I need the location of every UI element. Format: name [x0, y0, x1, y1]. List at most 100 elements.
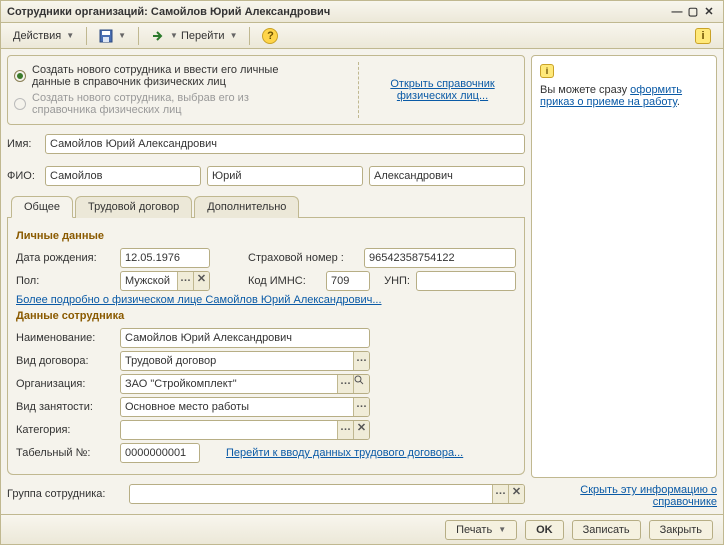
radio-label: Создать нового сотрудника, выбрав его из… [32, 92, 302, 116]
fio-label: ФИО: [7, 170, 39, 182]
tab-label: Общее [24, 201, 60, 213]
empname-label: Наименование: [16, 332, 114, 344]
taxcode-input[interactable]: 709 [326, 271, 370, 291]
help-button[interactable]: ? [256, 26, 284, 46]
category-select[interactable]: … ✕ [120, 420, 370, 440]
clear-button[interactable]: ✕ [353, 421, 369, 439]
tab-general[interactable]: Общее [11, 196, 73, 218]
help-icon: ? [262, 28, 278, 44]
ellipsis-button[interactable]: … [353, 398, 369, 416]
print-button[interactable]: Печать ▼ [445, 520, 517, 540]
patronymic-input[interactable]: Александрович [369, 166, 525, 186]
tab-body-general: Личные данные Дата рождения: 12.05.1976 … [7, 218, 525, 475]
chevron-down-icon: ▼ [230, 31, 238, 40]
empname-value: Самойлов Юрий Александрович [125, 332, 292, 344]
ellipsis-button[interactable]: … [353, 352, 369, 370]
radio-icon [14, 70, 26, 82]
goto-label: Перейти [181, 30, 225, 42]
radio-icon [14, 98, 26, 110]
window-title: Сотрудники организаций: Самойлов Юрий Ал… [7, 6, 330, 18]
emptype-select[interactable]: Основное место работы … [120, 397, 370, 417]
insurance-value: 96542358754122 [369, 252, 455, 264]
restore-button[interactable]: ▢ [685, 5, 701, 18]
window-titlebar: Сотрудники организаций: Самойлов Юрий Ал… [1, 1, 723, 23]
name-input[interactable]: Самойлов Юрий Александрович [45, 134, 525, 154]
tab-additional[interactable]: Дополнительно [194, 196, 299, 218]
ellipsis-button[interactable]: … [492, 485, 508, 503]
info-hint: Вы можете сразу оформить приказ о приеме… [540, 84, 708, 108]
minimize-button[interactable]: ― [669, 6, 685, 18]
close-label: Закрыть [660, 524, 702, 536]
chevron-down-icon: ▼ [66, 31, 74, 40]
clear-button[interactable]: ✕ [193, 272, 209, 290]
empname-input[interactable]: Самойлов Юрий Александрович [120, 328, 370, 348]
tabnum-label: Табельный №: [16, 447, 114, 459]
employee-section-title: Данные сотрудника [16, 310, 516, 322]
surname-value: Самойлов [50, 170, 103, 182]
goto-button[interactable]: ▼ Перейти ▼ [145, 27, 243, 45]
name-row: Имя: Самойлов Юрий Александрович [7, 134, 525, 154]
floppy-icon [99, 29, 113, 43]
clear-button[interactable]: ✕ [508, 485, 524, 503]
person-details-link[interactable]: Более подробно о физическом лице Самойло… [16, 294, 382, 306]
sex-label: Пол: [16, 275, 114, 287]
footer-bar: Печать ▼ OK Записать Закрыть [1, 514, 723, 544]
hide-info-link[interactable]: Скрыть эту информацию о справочнике [580, 484, 717, 508]
actions-menu[interactable]: Действия ▼ [7, 28, 80, 44]
sex-select[interactable]: Мужской … ✕ [120, 271, 210, 291]
tabnum-input[interactable]: 0000000001 [120, 443, 200, 463]
toolbar-separator [138, 27, 139, 45]
surname-input[interactable]: Самойлов [45, 166, 201, 186]
birth-label: Дата рождения: [16, 252, 114, 264]
magnifier-icon [354, 375, 364, 385]
chevron-down-icon: ▼ [170, 31, 178, 40]
ellipsis-button[interactable]: … [337, 421, 353, 439]
taxcode-label: Код ИМНС: [248, 275, 320, 287]
org-select[interactable]: ЗАО "Стройкомплект" … [120, 374, 370, 394]
print-label: Печать [456, 524, 492, 536]
ok-label: OK [536, 524, 553, 536]
close-button[interactable]: Закрыть [649, 520, 713, 540]
tabs: Общее Трудовой договор Дополнительно [7, 195, 525, 218]
patronymic-value: Александрович [374, 170, 453, 182]
radio-select-existing-person[interactable]: Создать нового сотрудника, выбрав его из… [14, 90, 350, 118]
radio-create-new-person[interactable]: Создать нового сотрудника и ввести его л… [14, 62, 350, 90]
unp-label: УНП: [376, 275, 410, 287]
hint-suffix: . [677, 96, 680, 108]
firstname-input[interactable]: Юрий [207, 166, 363, 186]
contracttype-value: Трудовой договор [121, 352, 353, 370]
open-person-directory-link[interactable]: Открыть справочник физических лиц... [367, 78, 518, 102]
group-label: Группа сотрудника: [7, 488, 123, 500]
toolbar-separator [86, 27, 87, 45]
group-value [130, 485, 492, 503]
toolbar-separator [249, 27, 250, 45]
info-panel: i Вы можете сразу оформить приказ о прие… [531, 55, 717, 478]
firstname-value: Юрий [212, 170, 242, 182]
chevron-down-icon: ▼ [118, 31, 126, 40]
save-label: Записать [583, 524, 630, 536]
org-label: Организация: [16, 378, 114, 390]
tab-label: Трудовой договор [88, 201, 179, 213]
category-value [121, 421, 337, 439]
fio-row: ФИО: Самойлов Юрий Александрович [7, 166, 525, 186]
unp-input[interactable] [416, 271, 516, 291]
ellipsis-button[interactable]: … [177, 272, 193, 290]
group-select[interactable]: … ✕ [129, 484, 525, 504]
save-icon-button[interactable]: ▼ [93, 27, 132, 45]
tab-label: Дополнительно [207, 201, 286, 213]
search-button[interactable] [353, 375, 369, 393]
info-icon: i [540, 64, 554, 78]
info-toggle-button[interactable]: i [689, 26, 717, 46]
contracttype-select[interactable]: Трудовой договор … [120, 351, 370, 371]
ellipsis-button[interactable]: … [337, 375, 353, 393]
tab-contract[interactable]: Трудовой договор [75, 196, 192, 218]
close-window-button[interactable]: ✕ [701, 5, 717, 18]
insurance-input[interactable]: 96542358754122 [364, 248, 516, 268]
goto-contract-link[interactable]: Перейти к вводу данных трудового договор… [226, 447, 463, 459]
birth-input[interactable]: 12.05.1976 [120, 248, 210, 268]
ok-button[interactable]: OK [525, 520, 564, 540]
create-options-panel: Создать нового сотрудника и ввести его л… [7, 55, 525, 125]
save-button[interactable]: Записать [572, 520, 641, 540]
category-label: Категория: [16, 424, 114, 436]
contracttype-label: Вид договора: [16, 355, 114, 367]
